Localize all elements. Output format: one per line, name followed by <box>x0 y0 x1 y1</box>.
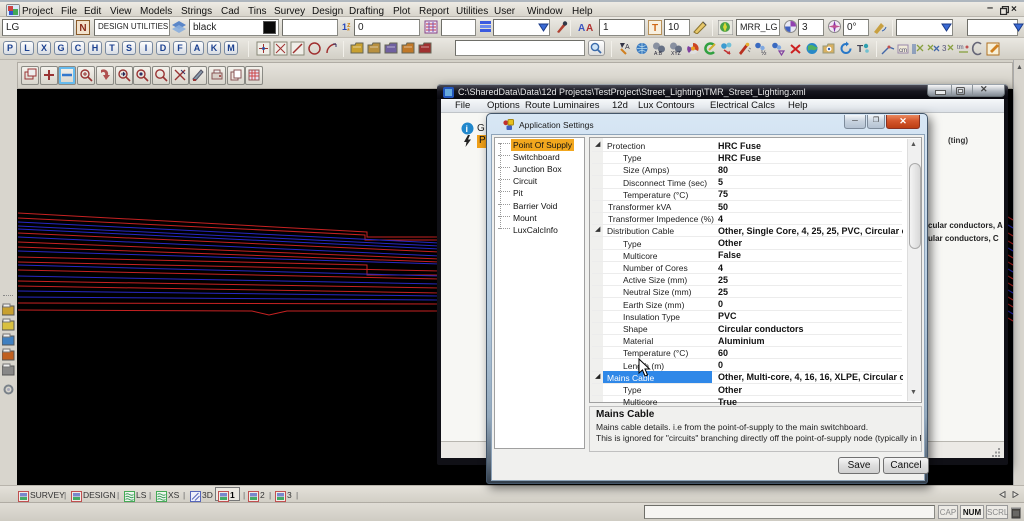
svg-text:i: i <box>466 124 469 134</box>
svg-text:A:B: A:B <box>654 51 663 56</box>
svg-text:A: A <box>586 23 593 34</box>
svg-text:tm: tm <box>957 45 964 51</box>
svg-text:A: A <box>578 23 585 34</box>
svg-text:T: T <box>857 44 863 55</box>
svg-text:*: * <box>347 28 350 34</box>
svg-text:A: A <box>625 44 630 51</box>
svg-text:XYZ: XYZ <box>671 51 681 56</box>
svg-text:½: ½ <box>761 49 767 56</box>
svg-text:3: 3 <box>942 44 947 53</box>
svg-text:cm: cm <box>899 48 907 54</box>
